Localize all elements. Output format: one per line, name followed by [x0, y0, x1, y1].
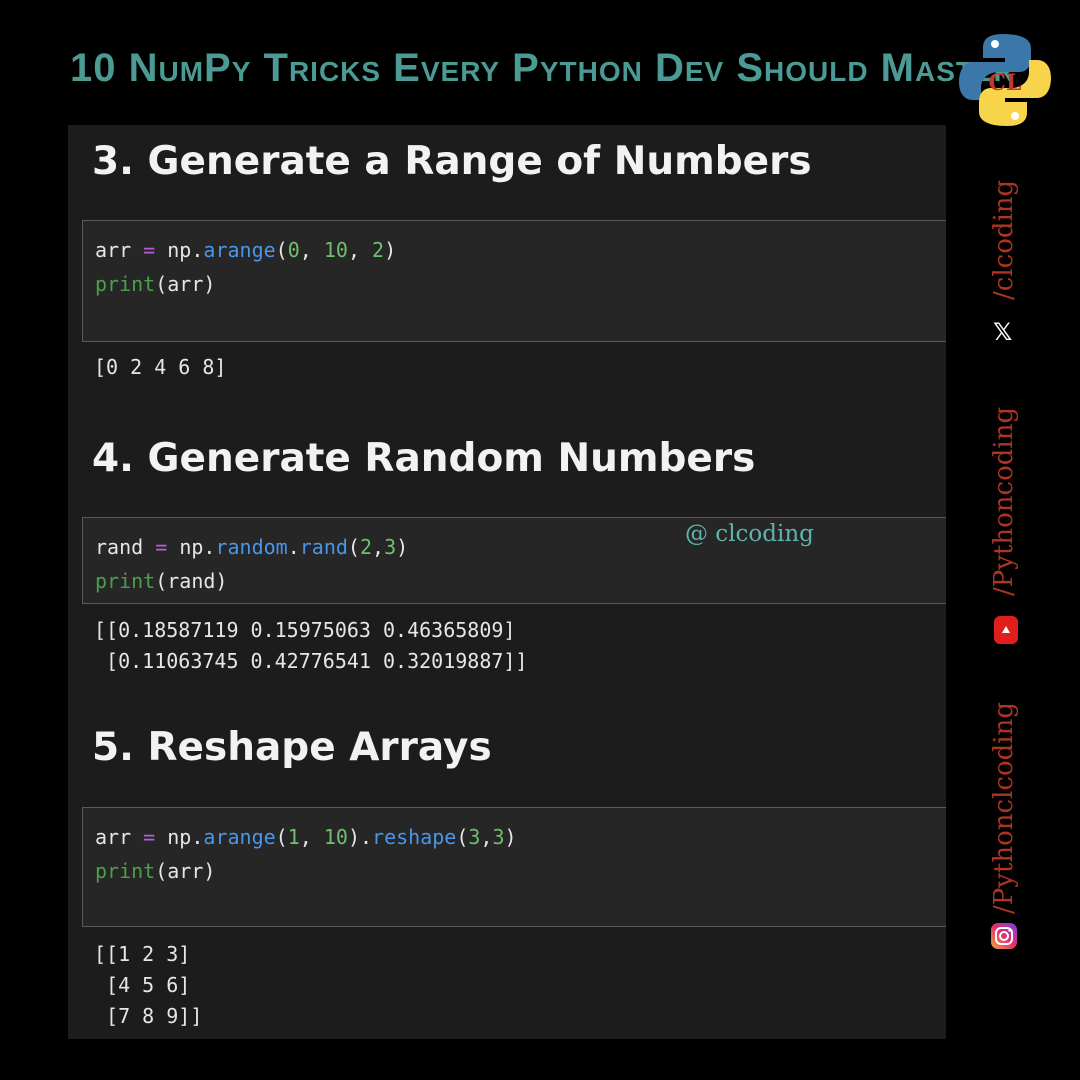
- notebook-panel: 3. Generate a Range of Numbers arr = np.…: [68, 125, 946, 1039]
- x-twitter-icon[interactable]: 𝕏: [993, 318, 1012, 346]
- code-block: arr = np.arange(0, 10, 2) print(arr): [95, 238, 397, 296]
- code-cell[interactable]: rand = np.random.rand(2,3) print(rand): [82, 517, 946, 604]
- cell-output: [[0.18587119 0.15975063 0.46365809] [0.1…: [94, 618, 528, 673]
- cell-output: [0 2 4 6 8]: [94, 355, 227, 379]
- section-heading: 5. Reshape Arrays: [92, 725, 492, 770]
- youtube-icon[interactable]: [993, 614, 1019, 646]
- code-cell[interactable]: arr = np.arange(0, 10, 2) print(arr): [82, 220, 946, 342]
- youtube-handle[interactable]: /Pythoncoding: [989, 407, 1019, 596]
- logo-text: CL: [989, 70, 1022, 96]
- section-heading: 3. Generate a Range of Numbers: [92, 139, 812, 184]
- page-title: 10 NumPy Tricks Every Python Dev Should …: [70, 46, 1015, 90]
- code-block: arr = np.arange(1, 10).reshape(3,3) prin…: [95, 825, 517, 883]
- cell-output: [[1 2 3] [4 5 6] [7 8 9]]: [94, 942, 203, 1028]
- watermark: @ clcoding: [685, 521, 814, 547]
- instagram-handle[interactable]: /Pythonclcoding: [989, 702, 1019, 914]
- code-cell[interactable]: arr = np.arange(1, 10).reshape(3,3) prin…: [82, 807, 946, 927]
- twitter-handle[interactable]: /clcoding: [989, 180, 1019, 300]
- code-block: rand = np.random.rand(2,3) print(rand): [95, 535, 409, 593]
- section-heading: 4. Generate Random Numbers: [92, 436, 756, 481]
- python-logo-icon: CL: [959, 34, 1051, 126]
- instagram-icon[interactable]: [990, 922, 1018, 950]
